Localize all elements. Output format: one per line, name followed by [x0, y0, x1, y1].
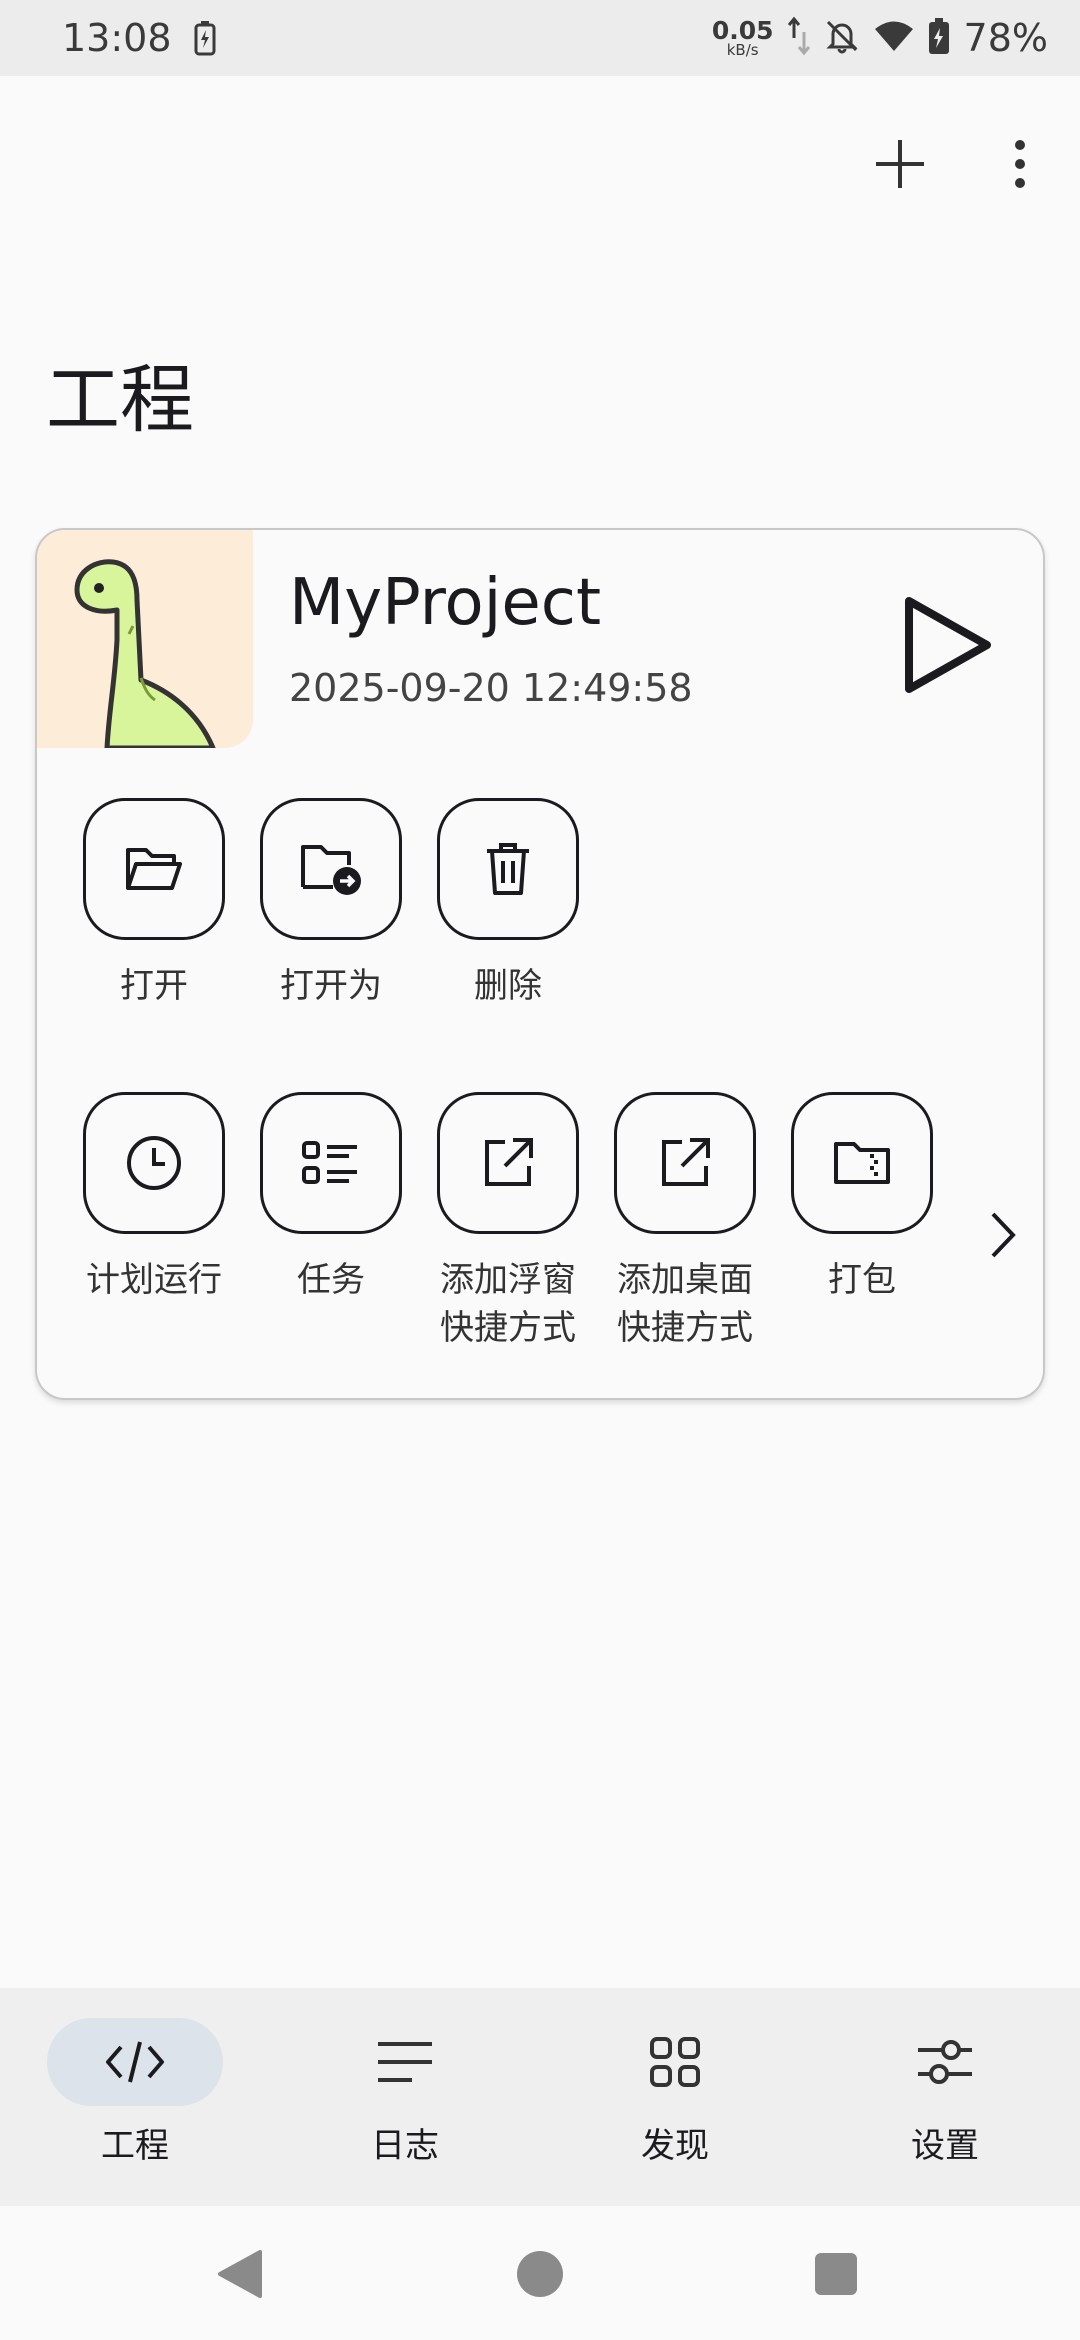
open-label: 打开 — [120, 966, 188, 1006]
recents-square-icon — [815, 2253, 857, 2295]
delete-label: 删除 — [474, 966, 542, 1006]
add-project-button[interactable] — [870, 134, 930, 194]
nav-label-logs: 日志 — [371, 2126, 439, 2166]
data-arrows-icon — [787, 16, 810, 60]
schedule-label: 计划运行 — [86, 1260, 222, 1300]
more-options-button[interactable] — [990, 134, 1050, 194]
open-action[interactable]: 打开 — [74, 798, 234, 1010]
lines-icon — [378, 2042, 432, 2082]
nav-icon-wrap-settings — [857, 2018, 1033, 2106]
desktop-shortcut-button[interactable] — [614, 1092, 756, 1234]
top-toolbar — [0, 120, 1080, 210]
battery-percent: 78% — [963, 16, 1048, 60]
system-home-button[interactable] — [512, 2246, 568, 2302]
folder-zip-icon — [834, 1142, 890, 1184]
battery-charging-icon — [928, 17, 950, 59]
nav-icon-wrap-discover — [587, 2018, 763, 2106]
folder-arrow-icon — [301, 845, 361, 895]
open-button[interactable] — [83, 798, 225, 940]
nav-icon-wrap-logs — [317, 2018, 493, 2106]
schedule-action[interactable]: 计划运行 — [74, 1092, 234, 1304]
task-list-icon — [302, 1141, 357, 1184]
tasks-button[interactable] — [260, 1092, 402, 1234]
open-as-label: 打开为 — [280, 966, 382, 1006]
external-link-icon — [485, 1138, 533, 1186]
package-label: 打包 — [828, 1260, 896, 1300]
float-shortcut-action[interactable]: 添加浮窗 快捷方式 — [428, 1092, 588, 1352]
system-nav-bar — [0, 2206, 1080, 2340]
delete-button[interactable] — [437, 798, 579, 940]
desktop-shortcut-action[interactable]: 添加桌面 快捷方式 — [605, 1092, 765, 1352]
sliders-icon — [918, 2040, 972, 2084]
home-circle-icon — [517, 2251, 563, 2297]
delete-action[interactable]: 删除 — [428, 798, 588, 1010]
package-button[interactable] — [791, 1092, 933, 1234]
desktop-shortcut-label: 添加桌面 快捷方式 — [617, 1260, 753, 1348]
wifi-icon — [874, 20, 914, 56]
system-recents-button[interactable] — [808, 2246, 864, 2302]
folder-open-icon — [126, 848, 182, 890]
tasks-label: 任务 — [297, 1260, 365, 1300]
open-as-action[interactable]: 打开为 — [251, 798, 411, 1010]
open-as-button[interactable] — [260, 798, 402, 940]
grid-icon — [650, 2037, 700, 2087]
back-triangle-icon — [218, 2250, 262, 2298]
net-speed-unit: kB/s — [726, 41, 759, 59]
net-speed-value: 0.05 — [711, 16, 774, 45]
nav-label-projects: 工程 — [101, 2126, 169, 2166]
float-shortcut-button[interactable] — [437, 1092, 579, 1234]
nav-item-settings[interactable]: 设置 — [810, 1988, 1080, 2206]
page-title: 工程 — [46, 357, 194, 443]
more-vertical-icon — [1015, 140, 1025, 188]
trash-icon — [487, 843, 529, 895]
project-date: 2025-09-20 12:49:58 — [289, 666, 693, 710]
schedule-button[interactable] — [83, 1092, 225, 1234]
code-icon — [106, 2041, 164, 2083]
nav-label-settings: 设置 — [911, 2126, 979, 2166]
float-shortcut-label: 添加浮窗 快捷方式 — [440, 1260, 576, 1348]
play-icon — [905, 597, 991, 693]
run-project-button[interactable] — [892, 585, 1002, 705]
nav-label-discover: 发现 — [641, 2126, 709, 2166]
status-time: 13:08 — [62, 16, 172, 60]
battery-saver-icon — [194, 20, 216, 56]
tasks-action[interactable]: 任务 — [251, 1092, 411, 1304]
nav-active-pill — [47, 2018, 223, 2106]
app-screen: 13:08 0.05 kB/s 78% 工程 MyProject 2025-09… — [0, 0, 1080, 2340]
package-action[interactable]: 打包 — [782, 1092, 942, 1304]
project-name: MyProject — [289, 566, 602, 640]
nav-item-projects[interactable]: 工程 — [0, 1988, 270, 2206]
plus-icon — [876, 140, 924, 188]
chevron-right-icon — [991, 1212, 1016, 1258]
bell-off-icon — [824, 18, 860, 58]
net-speed: 0.05 kB/s — [712, 18, 774, 58]
status-bar: 13:08 0.05 kB/s 78% — [0, 0, 1080, 76]
bottom-nav: 工程 日志 发现 设置 — [0, 1988, 1080, 2206]
clock-icon — [127, 1136, 181, 1190]
project-card[interactable]: MyProject 2025-09-20 12:49:58 打开 打开为 删除 — [35, 528, 1045, 1400]
system-back-button[interactable] — [212, 2246, 268, 2302]
nav-item-discover[interactable]: 发现 — [540, 1988, 810, 2206]
external-link-icon — [662, 1138, 710, 1186]
more-actions-button[interactable] — [977, 1195, 1027, 1275]
project-thumbnail — [37, 530, 253, 748]
nav-item-logs[interactable]: 日志 — [270, 1988, 540, 2206]
dinosaur-mascot-icon — [74, 559, 216, 748]
